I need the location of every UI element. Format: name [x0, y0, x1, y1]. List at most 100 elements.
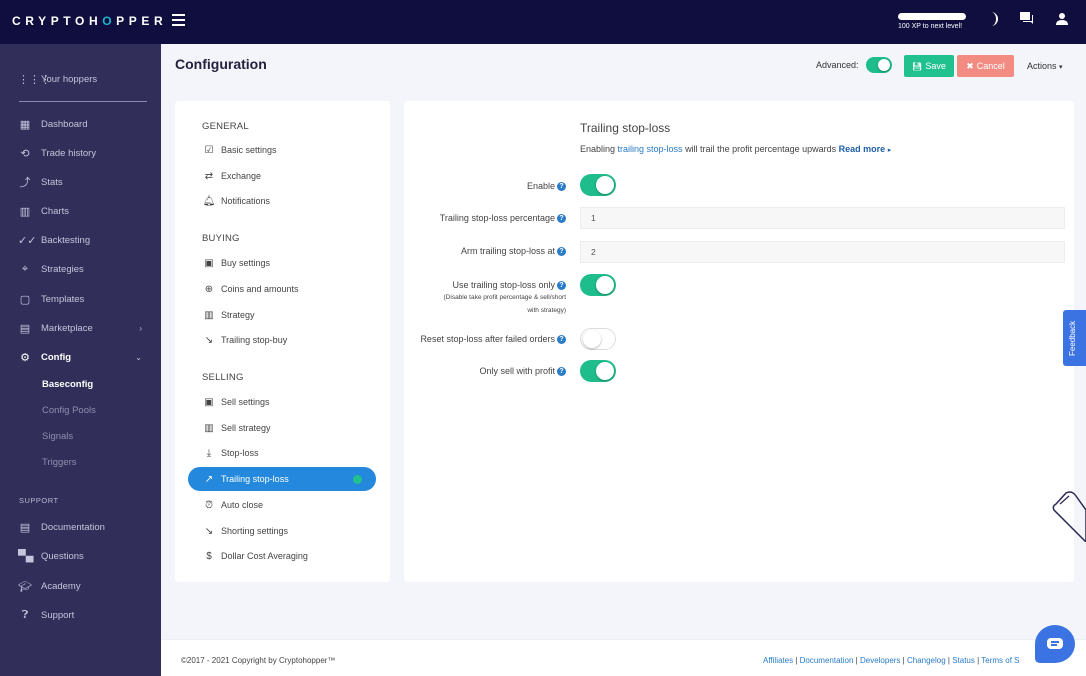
- menu-item-coins-and-amounts[interactable]: ⊕ Coins and amounts: [188, 277, 376, 301]
- sidebar-item-support[interactable]: ❓︎ Support: [0, 603, 161, 627]
- copyright: ©2017 - 2021 Copyright by Cryptohopper™: [181, 656, 336, 665]
- xp-progress-bar: [898, 13, 966, 20]
- trailing-stop-loss-panel: Trailing stop-loss Enabling trailing sto…: [404, 101, 1074, 582]
- help-icon[interactable]: ?: [557, 182, 566, 191]
- enable-label-text: Enable: [526, 181, 555, 191]
- sidebar-item-questions[interactable]: ▀▄ Questions: [0, 544, 161, 568]
- save-label: Save: [925, 61, 946, 71]
- chat-icon[interactable]: [1020, 12, 1034, 28]
- menu-item-buy-settings[interactable]: ▣ Buy settings: [188, 251, 376, 275]
- sidebar-item-academy[interactable]: 🎓︎ Academy: [0, 574, 161, 598]
- help-icon[interactable]: ?: [557, 281, 566, 290]
- sidebar-item-stats[interactable]: ⤴ Stats: [0, 170, 161, 194]
- actions-dropdown[interactable]: Actions ▾: [1027, 61, 1063, 71]
- sidebar-subitem-triggers[interactable]: Triggers: [42, 457, 77, 468]
- advanced-toggle[interactable]: [866, 57, 892, 73]
- only-profit-toggle[interactable]: [580, 360, 616, 382]
- footer-link-status[interactable]: Status: [952, 656, 975, 665]
- wallet-icon: ▣: [204, 396, 214, 408]
- selling-heading: SELLING: [202, 372, 244, 383]
- menu-item-strategy[interactable]: ▥ Strategy: [188, 303, 376, 327]
- sidebar-item-dashboard[interactable]: ▦ Dashboard: [0, 112, 161, 136]
- menu-icon[interactable]: [172, 14, 185, 26]
- menu-item-sell-settings[interactable]: ▣ Sell settings: [188, 390, 376, 414]
- feedback-label: Feedback: [1068, 320, 1077, 356]
- live-chat-button[interactable]: [1035, 625, 1075, 663]
- only-profit-label-text: Only sell with profit: [479, 366, 555, 376]
- sidebar-item-label: Documentation: [41, 521, 105, 533]
- menu-item-trailing-stop-loss[interactable]: ↗ Trailing stop-loss: [188, 467, 376, 491]
- academy-icon: 🎓︎: [18, 580, 32, 593]
- menu-item-shorting-settings[interactable]: ↘ Shorting settings: [188, 519, 376, 543]
- templates-icon: ▢: [19, 293, 31, 306]
- sidebar-item-documentation[interactable]: ▤ Documentation: [0, 515, 161, 539]
- sidebar-item-label: Backtesting: [41, 234, 91, 246]
- sidebar-subitem-signals[interactable]: Signals: [42, 431, 73, 442]
- menu-item-basic-settings[interactable]: ☑ Basic settings: [188, 138, 376, 162]
- footer-link-developers[interactable]: Developers: [860, 656, 900, 665]
- menu-item-notifications[interactable]: 🔔︎ Notifications: [188, 189, 376, 213]
- sidebar-item-your-hoppers[interactable]: ⋮⋮⋮ Your hoppers: [0, 67, 161, 91]
- exchange-icon: ⇄: [204, 170, 214, 182]
- enable-toggle[interactable]: [580, 174, 616, 196]
- reset-toggle[interactable]: [580, 328, 616, 350]
- help-icon[interactable]: ?: [557, 214, 566, 223]
- trailing-percentage-input[interactable]: 1: [580, 207, 1065, 229]
- use-only-label-text: Use trailing stop-loss only: [452, 280, 555, 290]
- desc-text: Enabling: [580, 144, 618, 154]
- help-icon[interactable]: ?: [557, 247, 566, 256]
- sidebar-item-label: Charts: [41, 205, 69, 217]
- help-icon[interactable]: ?: [557, 335, 566, 344]
- chevron-down-icon: ⌄: [135, 352, 142, 362]
- reset-label: Reset stop-loss after failed orders?: [420, 334, 566, 344]
- sidebar-item-trade-history[interactable]: ⟲ Trade history: [0, 141, 161, 165]
- sidebar-subitem-config-pools[interactable]: Config Pools: [42, 405, 96, 416]
- menu-item-label: Strategy: [221, 310, 255, 320]
- sidebar-item-backtesting[interactable]: ✓✓ Backtesting: [0, 228, 161, 252]
- caret-right-icon: ▸: [887, 147, 892, 154]
- footer-link-documentation[interactable]: Documentation: [800, 656, 854, 665]
- desc-text: will trail the profit percentage upwards: [682, 144, 839, 154]
- cancel-button[interactable]: ✖ Cancel: [957, 55, 1014, 77]
- footer-link-terms[interactable]: Terms of S: [981, 656, 1019, 665]
- support-heading: SUPPORT: [19, 496, 59, 505]
- sidebar-item-label: Stats: [41, 176, 63, 188]
- cryptohopper-logo[interactable]: CRYPTOHOPPER: [12, 14, 167, 28]
- sidebar-item-marketplace[interactable]: ▤ Marketplace ›: [0, 316, 161, 340]
- menu-item-exchange[interactable]: ⇄ Exchange: [188, 164, 376, 188]
- feedback-tab[interactable]: Feedback: [1063, 310, 1086, 366]
- top-navbar: CRYPTOHOPPER 100 XP to next level!: [0, 0, 1086, 44]
- menu-item-dollar-cost-averaging[interactable]: $ Dollar Cost Averaging: [188, 544, 376, 568]
- config-menu: GENERAL ☑ Basic settings ⇄ Exchange 🔔︎ N…: [175, 101, 390, 582]
- xp-text: 100 XP to next level!: [898, 23, 963, 30]
- menu-item-sell-strategy[interactable]: ▥ Sell strategy: [188, 416, 376, 440]
- read-more-label: Read more: [838, 144, 886, 154]
- help-icon[interactable]: ?: [557, 367, 566, 376]
- sidebar-subitem-baseconfig[interactable]: Baseconfig: [42, 379, 93, 390]
- close-icon: ✖: [966, 60, 974, 71]
- use-only-toggle[interactable]: [580, 274, 616, 296]
- menu-item-trailing-stop-buy[interactable]: ↘ Trailing stop-buy: [188, 328, 376, 352]
- footer-link-changelog[interactable]: Changelog: [907, 656, 946, 665]
- alarm-clock-icon: ⏰︎: [205, 499, 213, 511]
- documentation-icon: ▤: [19, 521, 31, 534]
- moon-icon[interactable]: [988, 12, 998, 29]
- save-button[interactable]: 💾︎ Save: [904, 55, 954, 77]
- menu-item-label: Buy settings: [221, 258, 271, 268]
- menu-item-stop-loss[interactable]: ⤓ Stop-loss: [188, 441, 376, 465]
- sidebar-item-templates[interactable]: ▢ Templates: [0, 287, 161, 311]
- sidebar-item-strategies[interactable]: ⌖ Strategies: [0, 257, 161, 281]
- user-icon[interactable]: [1056, 12, 1068, 28]
- trailing-stop-loss-link[interactable]: trailing stop-loss: [618, 144, 683, 154]
- percentage-label-text: Trailing stop-loss percentage: [439, 213, 555, 223]
- menu-item-label: Sell strategy: [221, 423, 271, 433]
- menu-item-auto-close[interactable]: ⏰︎ Auto close: [188, 493, 376, 517]
- arm-at-input[interactable]: 2: [580, 241, 1065, 263]
- footer-link-affiliates[interactable]: Affiliates: [763, 656, 793, 665]
- sidebar-item-config[interactable]: ⚙ Config ⌄: [0, 345, 161, 369]
- read-more-link[interactable]: Read more ▸: [839, 144, 892, 154]
- charts-icon: ▥: [19, 205, 31, 218]
- chat-bubble-icon: [1047, 638, 1063, 649]
- sidebar-item-charts[interactable]: ▥ Charts: [0, 199, 161, 223]
- strategies-icon: ⌖: [21, 262, 29, 275]
